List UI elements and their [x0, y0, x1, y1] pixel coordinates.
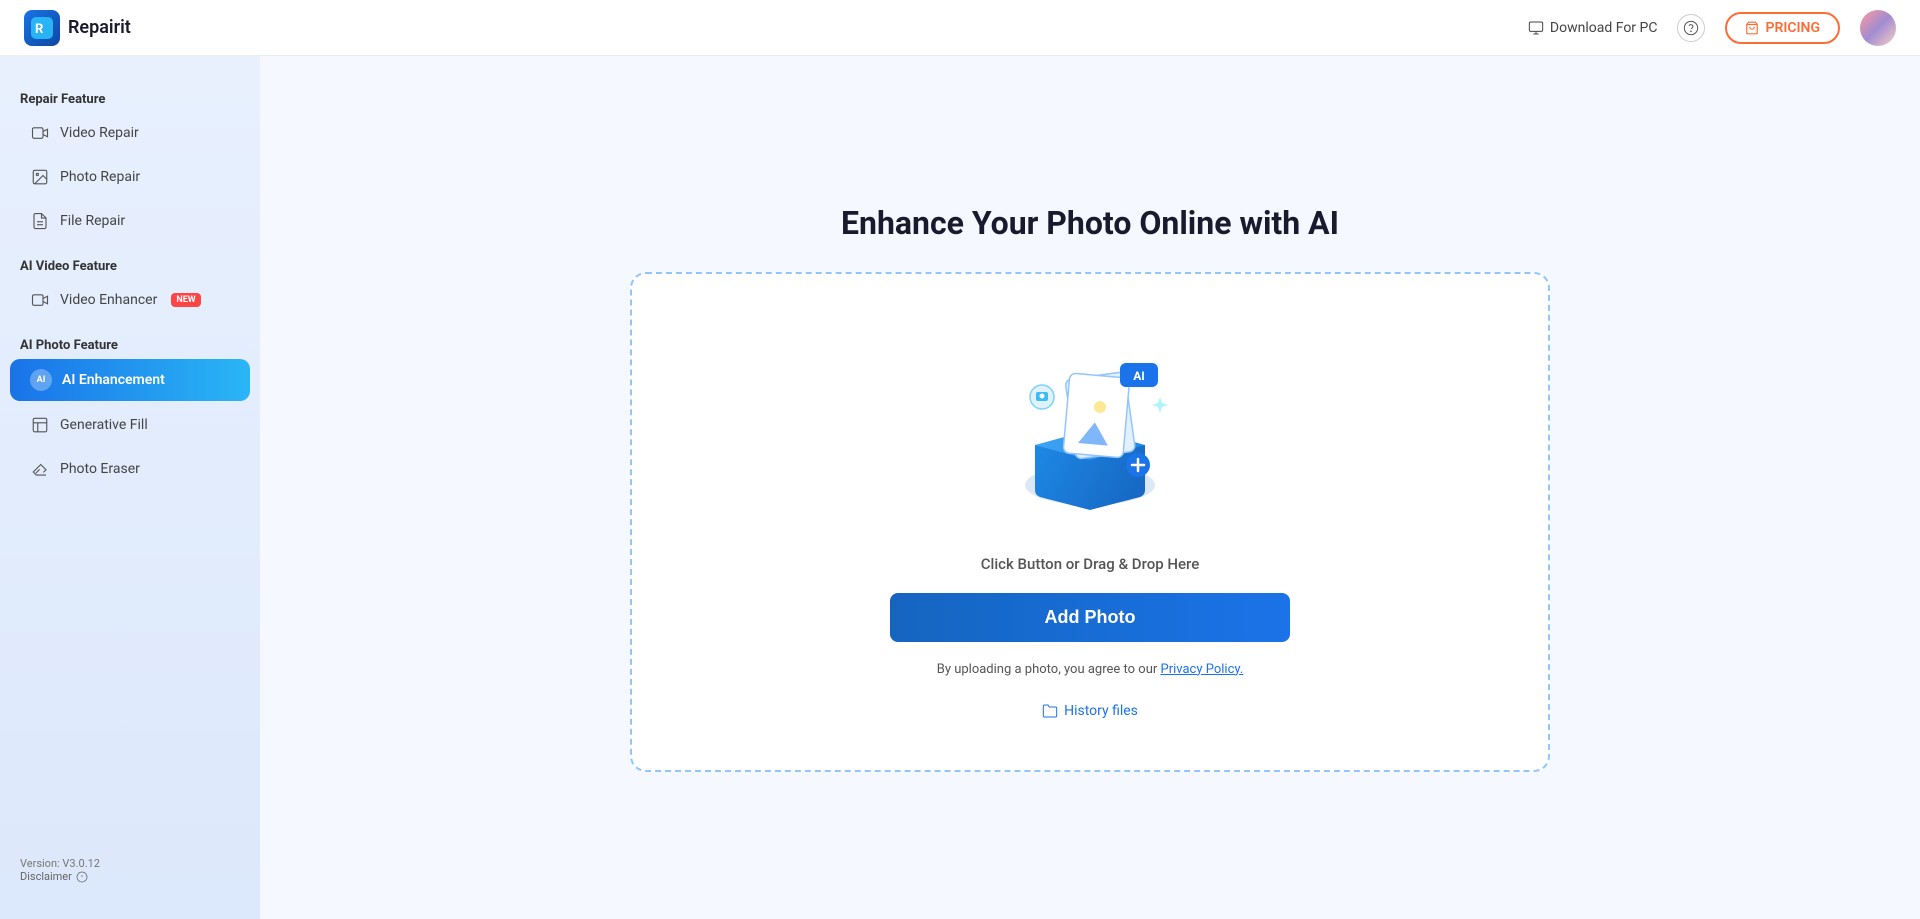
- add-photo-button[interactable]: Add Photo: [890, 593, 1290, 642]
- layout: Repair Feature Video Repair Photo Repair…: [0, 56, 1920, 919]
- logo[interactable]: R Repairit: [24, 10, 131, 46]
- logo-icon: R: [24, 10, 60, 46]
- monitor-icon: [1528, 20, 1544, 36]
- video-enhancer-icon: [30, 290, 50, 310]
- svg-text:R: R: [35, 22, 44, 37]
- version-text: Version: V3.0.12: [20, 857, 240, 870]
- help-button[interactable]: [1677, 14, 1705, 42]
- sidebar-item-photo-repair[interactable]: Photo Repair: [10, 157, 250, 197]
- download-button[interactable]: Download For PC: [1528, 20, 1658, 36]
- new-badge: NEW: [171, 293, 200, 307]
- user-avatar[interactable]: [1860, 10, 1896, 46]
- ai-video-feature-title: AI Video Feature: [0, 251, 260, 278]
- privacy-link[interactable]: Privacy Policy.: [1161, 662, 1244, 677]
- drop-zone[interactable]: AI: [630, 272, 1550, 772]
- sidebar-item-label: Video Enhancer: [60, 292, 157, 308]
- sidebar-footer: Version: V3.0.12 Disclaimer: [0, 841, 260, 899]
- sidebar-item-ai-enhancement[interactable]: AI AI Enhancement: [10, 359, 250, 401]
- page-title: Enhance Your Photo Online with AI: [841, 204, 1339, 242]
- cart-icon: [1745, 21, 1759, 35]
- ai-photo-feature-title: AI Photo Feature: [0, 330, 260, 357]
- privacy-notice: By uploading a photo, you agree to our P…: [937, 662, 1244, 677]
- sidebar-item-label: AI Enhancement: [62, 372, 165, 388]
- sidebar-item-label: Video Repair: [60, 125, 139, 141]
- photo-repair-icon: [30, 167, 50, 187]
- generative-fill-icon: [30, 415, 50, 435]
- sidebar-item-label: Photo Eraser: [60, 461, 140, 477]
- help-icon: [1683, 20, 1699, 36]
- repair-feature-title: Repair Feature: [0, 84, 260, 111]
- upload-illustration: AI: [990, 325, 1190, 525]
- drop-hint: Click Button or Drag & Drop Here: [981, 555, 1200, 573]
- ai-enhancement-icon: AI: [30, 369, 52, 391]
- folder-icon: [1042, 703, 1058, 719]
- sidebar-item-generative-fill[interactable]: Generative Fill: [10, 405, 250, 445]
- sidebar-item-label: File Repair: [60, 213, 125, 229]
- logo-text: Repairit: [68, 17, 131, 38]
- file-repair-icon: [30, 211, 50, 231]
- sidebar-item-video-repair[interactable]: Video Repair: [10, 113, 250, 153]
- photo-eraser-icon: [30, 459, 50, 479]
- header-right: Download For PC PRICING: [1528, 10, 1896, 46]
- svg-text:AI: AI: [1133, 369, 1145, 383]
- main-area: Enhance Your Photo Online with AI: [260, 56, 1920, 919]
- sidebar: Repair Feature Video Repair Photo Repair…: [0, 56, 260, 919]
- disclaimer-button[interactable]: Disclaimer: [20, 870, 240, 883]
- sidebar-item-label: Generative Fill: [60, 417, 148, 433]
- sidebar-item-file-repair[interactable]: File Repair: [10, 201, 250, 241]
- sidebar-item-video-enhancer[interactable]: Video Enhancer NEW: [10, 280, 250, 320]
- sidebar-item-label: Photo Repair: [60, 169, 140, 185]
- main-content: Enhance Your Photo Online with AI: [610, 184, 1570, 792]
- info-icon: [76, 871, 88, 883]
- history-files-button[interactable]: History files: [1042, 703, 1138, 719]
- video-repair-icon: [30, 123, 50, 143]
- header: R Repairit Download For PC PRICING: [0, 0, 1920, 56]
- pricing-button[interactable]: PRICING: [1725, 12, 1840, 44]
- sidebar-item-photo-eraser[interactable]: Photo Eraser: [10, 449, 250, 489]
